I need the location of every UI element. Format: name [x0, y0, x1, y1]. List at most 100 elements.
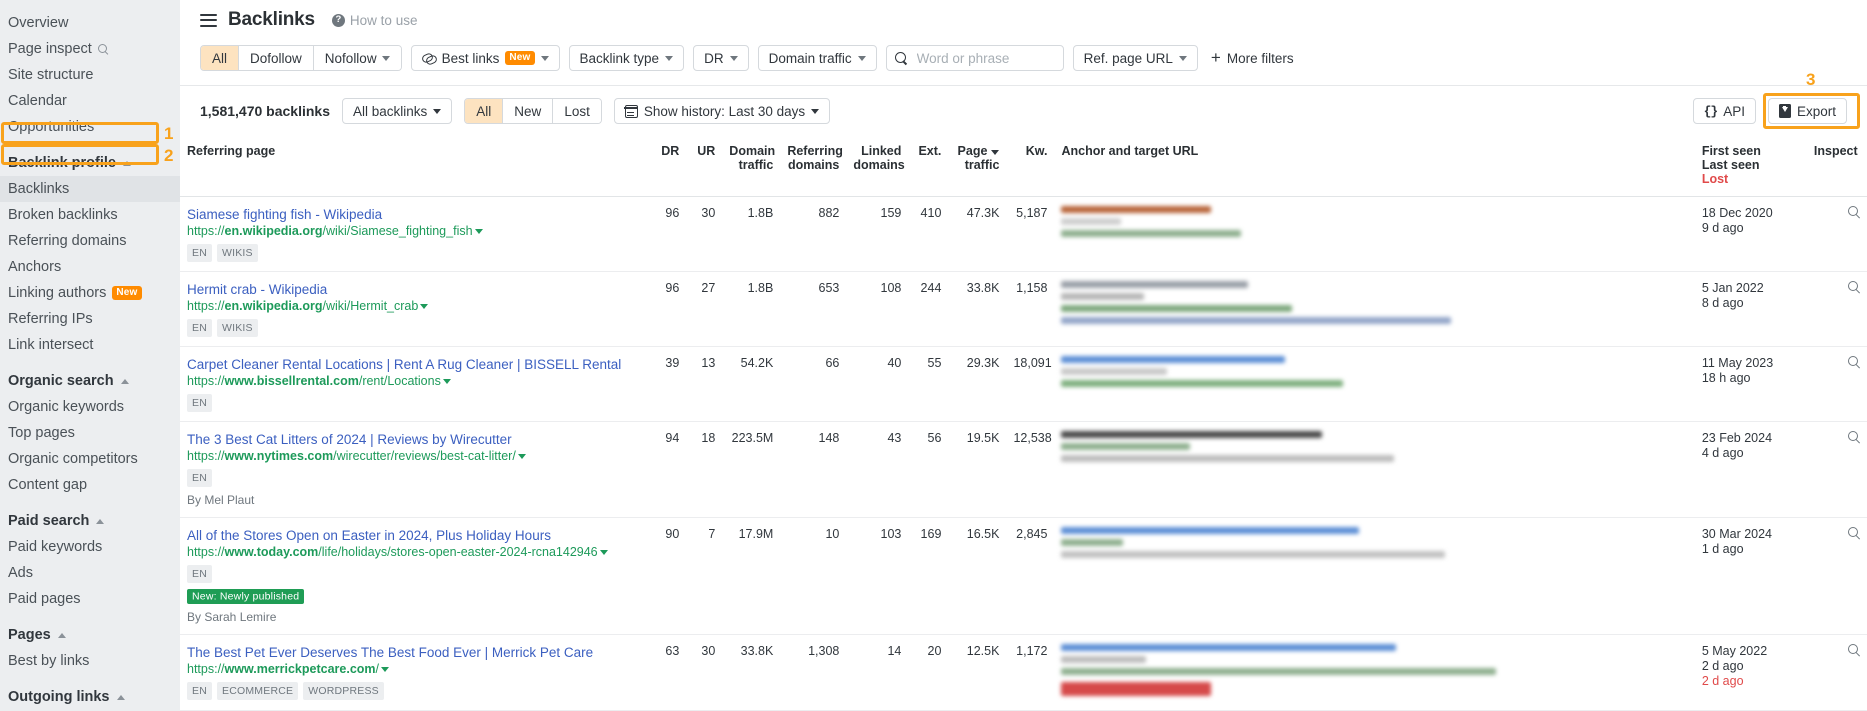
cell-inspect[interactable] — [1806, 421, 1867, 518]
th-linked-domains[interactable]: Linked domains — [846, 135, 909, 197]
sidebar-item-organic-search[interactable]: Organic search — [0, 368, 180, 394]
sidebar-item-opportunities[interactable]: Opportunities — [0, 114, 180, 140]
th-domain-traffic[interactable]: Domain traffic — [722, 135, 781, 197]
show-history-dropdown[interactable]: Show history: Last 30 days — [613, 98, 831, 124]
referring-page-title[interactable]: Carpet Cleaner Rental Locations | Rent A… — [187, 356, 643, 373]
referring-page-url[interactable]: https://en.wikipedia.org/wiki/Siamese_fi… — [187, 223, 643, 240]
cell-ext[interactable]: 56 — [908, 421, 949, 518]
search-input[interactable] — [914, 49, 1055, 67]
cell-inspect[interactable] — [1806, 634, 1867, 711]
cell-linked-domains[interactable]: 159 — [846, 196, 909, 272]
sidebar-item-content-gap[interactable]: Content gap — [0, 472, 180, 498]
sidebar-item-paid-keywords[interactable]: Paid keywords — [0, 534, 180, 560]
referring-page-title[interactable]: All of the Stores Open on Easter in 2024… — [187, 527, 643, 544]
cell-kw[interactable]: 5,187 — [1006, 196, 1055, 272]
cell-referring-domains[interactable]: 10 — [780, 517, 847, 635]
how-to-use-link[interactable]: ? How to use — [331, 13, 417, 28]
th-page-traffic[interactable]: Page traffic — [948, 135, 1007, 197]
filter-dofollow[interactable]: Dofollow — [239, 46, 314, 70]
search-box[interactable] — [885, 45, 1064, 71]
sidebar-item-calendar[interactable]: Calendar — [0, 88, 180, 114]
inspect-search-icon[interactable] — [1848, 431, 1860, 443]
sidebar-item-paid-search[interactable]: Paid search — [0, 508, 180, 534]
ref-page-url-filter[interactable]: Ref. page URL — [1072, 45, 1198, 71]
cell-anchor-and-target-url[interactable] — [1054, 196, 1695, 272]
state-new[interactable]: New — [503, 99, 554, 123]
menu-toggle-icon[interactable] — [200, 13, 217, 27]
table-row[interactable]: Hermit crab - Wikipedia https://en.wikipe… — [180, 271, 1867, 347]
domain-traffic-filter[interactable]: Domain traffic — [757, 45, 877, 71]
state-all[interactable]: All — [465, 99, 504, 123]
cell-ext[interactable]: 20 — [908, 634, 949, 711]
cell-anchor-and-target-url[interactable] — [1054, 421, 1695, 518]
sidebar-item-page-inspect[interactable]: Page inspect — [0, 36, 180, 62]
inspect-search-icon[interactable] — [1848, 527, 1860, 539]
cell-linked-domains[interactable]: 40 — [846, 346, 909, 422]
referring-page-url[interactable]: https://www.bissellrental.com/rent/Locat… — [187, 373, 643, 390]
cell-linked-domains[interactable]: 108 — [846, 271, 909, 347]
sidebar-item-link-intersect[interactable]: Link intersect — [0, 332, 180, 358]
cell-kw[interactable]: 2,845 — [1006, 517, 1055, 635]
cell-anchor-and-target-url[interactable] — [1054, 346, 1695, 422]
chevron-down-icon[interactable] — [599, 550, 608, 555]
inspect-search-icon[interactable] — [1848, 206, 1860, 218]
cell-kw[interactable]: 1,172 — [1006, 634, 1055, 711]
referring-page-url[interactable]: https://en.wikipedia.org/wiki/Hermit_cra… — [187, 298, 643, 315]
cell-inspect[interactable] — [1806, 346, 1867, 422]
referring-page-title[interactable]: Hermit crab - Wikipedia — [187, 281, 643, 298]
cell-linked-domains[interactable]: 43 — [846, 421, 909, 518]
sidebar-item-top-pages[interactable]: Top pages — [0, 420, 180, 446]
chevron-down-icon[interactable] — [381, 667, 390, 672]
referring-page-url[interactable]: https://www.today.com/life/holidays/stor… — [187, 544, 643, 561]
export-button[interactable]: Export — [1767, 98, 1847, 124]
cell-referring-domains[interactable]: 882 — [780, 196, 847, 272]
state-lost[interactable]: Lost — [553, 99, 601, 123]
sidebar-item-site-structure[interactable]: Site structure — [0, 62, 180, 88]
th-dr[interactable]: DR — [650, 135, 687, 197]
table-row[interactable]: The 3 Best Cat Litters of 2024 | Reviews… — [180, 421, 1867, 518]
sidebar-item-paid-pages[interactable]: Paid pages — [0, 586, 180, 612]
sidebar-item-backlink-profile[interactable]: Backlink profile — [0, 150, 180, 176]
sidebar-item-referring-domains[interactable]: Referring domains — [0, 228, 180, 254]
th-ur[interactable]: UR — [686, 135, 723, 197]
cell-kw[interactable]: 1,158 — [1006, 271, 1055, 347]
cell-ext[interactable]: 169 — [908, 517, 949, 635]
inspect-search-icon[interactable] — [1848, 356, 1860, 368]
backlink-type-filter[interactable]: Backlink type — [568, 45, 685, 71]
table-row[interactable]: Carpet Cleaner Rental Locations | Rent A… — [180, 346, 1867, 422]
more-filters-button[interactable]: + More filters — [1211, 49, 1294, 66]
cell-inspect[interactable] — [1806, 271, 1867, 347]
sidebar-item-organic-keywords[interactable]: Organic keywords — [0, 394, 180, 420]
cell-kw[interactable]: 12,538 — [1006, 421, 1055, 518]
referring-page-title[interactable]: Siamese fighting fish - Wikipedia — [187, 206, 643, 223]
best-links-filter[interactable]: Best links New — [410, 45, 560, 71]
referring-page-url[interactable]: https://www.nytimes.com/wirecutter/revie… — [187, 448, 643, 465]
referring-page-title[interactable]: The Best Pet Ever Deserves The Best Food… — [187, 644, 643, 661]
cell-referring-domains[interactable]: 1,308 — [780, 634, 847, 711]
th-kw[interactable]: Kw. — [1006, 135, 1055, 197]
table-row[interactable]: All of the Stores Open on Easter in 2024… — [180, 517, 1867, 635]
sidebar-item-best-by-links[interactable]: Best by links — [0, 648, 180, 674]
cell-kw[interactable]: 18,091 — [1006, 346, 1055, 422]
cell-anchor-and-target-url[interactable] — [1054, 271, 1695, 347]
sidebar-item-ads[interactable]: Ads — [0, 560, 180, 586]
cell-inspect[interactable] — [1806, 196, 1867, 272]
sidebar-item-anchors[interactable]: Anchors — [0, 254, 180, 280]
referring-page-title[interactable]: The 3 Best Cat Litters of 2024 | Reviews… — [187, 431, 643, 448]
cell-inspect[interactable] — [1806, 517, 1867, 635]
cell-ext[interactable]: 244 — [908, 271, 949, 347]
sidebar-item-backlinks[interactable]: Backlinks — [0, 176, 180, 202]
all-backlinks-dropdown[interactable]: All backlinks — [342, 98, 453, 124]
cell-anchor-and-target-url[interactable] — [1054, 517, 1695, 635]
table-row[interactable]: The Best Pet Ever Deserves The Best Food… — [180, 634, 1867, 711]
th-referring-domains[interactable]: Referring domains — [780, 135, 847, 197]
th-referring-page[interactable]: Referring page — [180, 135, 651, 197]
cell-ext[interactable]: 410 — [908, 196, 949, 272]
sidebar-item-organic-competitors[interactable]: Organic competitors — [0, 446, 180, 472]
inspect-search-icon[interactable] — [1848, 644, 1860, 656]
sidebar-item-overview[interactable]: Overview — [0, 10, 180, 36]
th-anchor[interactable]: Anchor and target URL — [1054, 135, 1695, 197]
chevron-down-icon[interactable] — [420, 304, 429, 309]
filter-nofollow[interactable]: Nofollow — [313, 46, 401, 70]
chevron-down-icon[interactable] — [442, 379, 451, 384]
